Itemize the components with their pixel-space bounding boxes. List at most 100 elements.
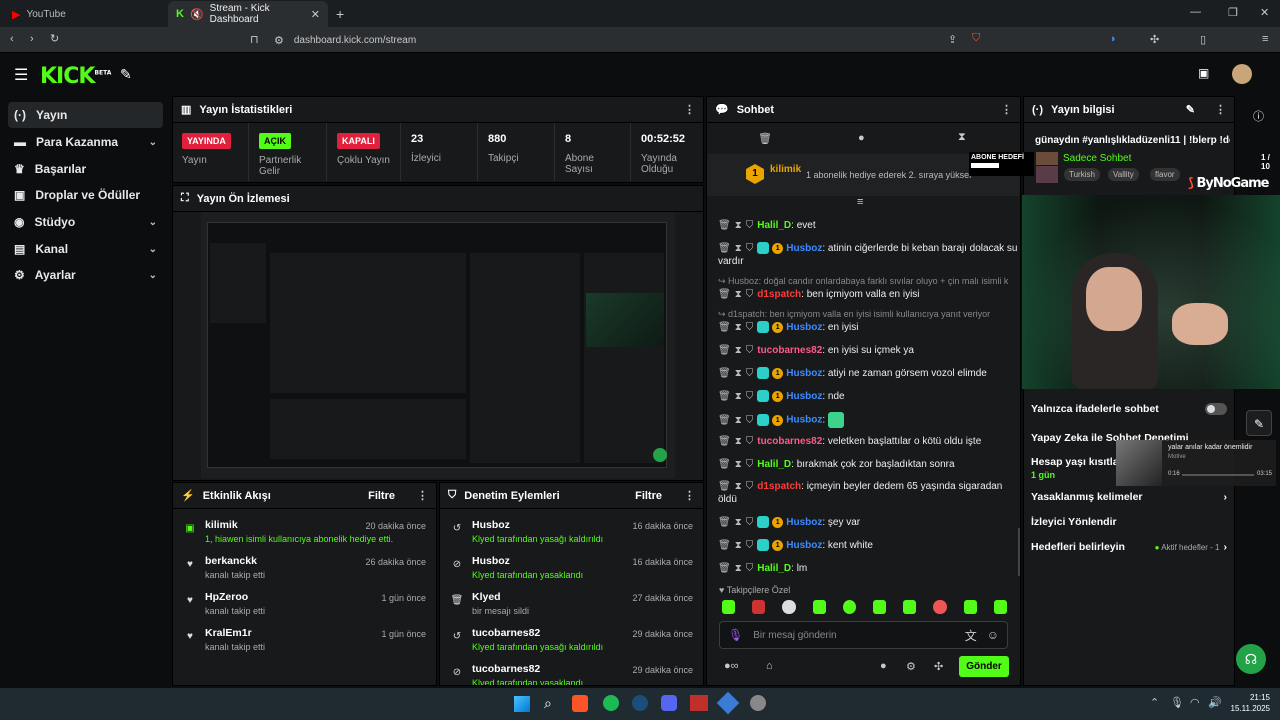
chat-message[interactable]: 🗑 ⧗ ⛉ Halil_D: evet	[718, 219, 1018, 232]
tag[interactable]: Vallity	[1108, 168, 1139, 181]
tab-youtube[interactable]: ▶ YouTube	[4, 1, 164, 27]
wrench-icon[interactable]: ✎	[120, 66, 132, 83]
emote-icon[interactable]	[842, 600, 857, 614]
search-icon[interactable]: ⌕	[544, 695, 552, 712]
more-options-icon[interactable]: ⋮	[1001, 103, 1012, 116]
chat-message[interactable]: 🗑 ⧗ ⛉ d1spatch: içmeyin beyler dedem 65 yaş…	[718, 480, 1018, 506]
hourglass-icon[interactable]: ⧗	[735, 436, 742, 447]
chat-message[interactable]: 🗑 ⧗ ⛉ 1 Husboz:	[718, 412, 1018, 428]
volume-icon[interactable]: 🔊	[1208, 696, 1222, 709]
hourglass-icon[interactable]: ⧗	[735, 345, 742, 356]
extension-icon[interactable]: ◗	[1110, 33, 1117, 45]
emote-icon[interactable]	[903, 600, 917, 614]
chat-message[interactable]: 🗑 ⧗ ⛉ tucobarnes82: veletken başlattılar o …	[718, 435, 1018, 448]
wallet-icon[interactable]: ▣	[1198, 66, 1209, 80]
muted-speaker-icon[interactable]: 🔇	[190, 8, 204, 21]
tab-kick[interactable]: K 🔇 Stream - Kick Dashboard ✕	[168, 1, 328, 27]
trash-icon[interactable]: 🗑	[718, 368, 731, 379]
chat-username[interactable]: Husboz	[786, 368, 822, 379]
emote-icon[interactable]	[782, 600, 796, 614]
chat-username[interactable]: Husboz	[786, 391, 822, 402]
forward-icon[interactable]: ›	[30, 33, 34, 45]
support-headset-icon[interactable]: ☊	[1236, 644, 1266, 674]
sidebar-item-para-kazanma[interactable]: ▬ Para Kazanma ⌄	[8, 129, 163, 155]
trash-icon[interactable]: 🗑	[718, 563, 731, 574]
chat-message[interactable]: 🗑 ⧗ ⛉ 1 Husboz: nde	[718, 390, 1018, 403]
mic-tray-icon[interactable]: 🎙	[1170, 696, 1184, 709]
microphone-icon[interactable]: 🎙	[728, 628, 743, 642]
url-field[interactable]: ⚙ dashboard.kick.com/stream	[268, 30, 1018, 50]
hourglass-icon[interactable]: ⧗	[958, 131, 966, 144]
chat-input[interactable]: 🎙 Bir mesaj gönderin 文 ☺	[719, 621, 1008, 649]
trash-icon[interactable]: 🗑	[718, 436, 731, 447]
redirect-row[interactable]: İzleyici Yönlendir	[1031, 516, 1227, 528]
category-link[interactable]: Sadece Sohbet	[1063, 153, 1131, 164]
chat-username[interactable]: Husboz	[786, 243, 822, 254]
sidebar-toggle-icon[interactable]: ▯	[1200, 33, 1206, 46]
discord-icon[interactable]	[661, 695, 677, 711]
scroll-down-icon[interactable]: ≡	[857, 196, 863, 208]
brave-browser-icon[interactable]	[572, 695, 588, 712]
trash-icon[interactable]: 🗑	[718, 415, 731, 426]
hourglass-icon[interactable]: ⧗	[735, 481, 742, 492]
chat-bubble-icon[interactable]: ●	[880, 660, 887, 672]
minimize-icon[interactable]: —	[1190, 6, 1201, 18]
trash-icon[interactable]: 🗑	[718, 391, 731, 402]
chat-message[interactable]: 🗑 ⧗ ⛉ 1 Husboz: atiyi ne zaman görsem vozol …	[718, 367, 1018, 380]
hourglass-icon[interactable]: ⧗	[735, 220, 742, 231]
chat-message[interactable]: 🗑 ⧗ ⛉ tucobarnes82: en iyisi su içmek ya	[718, 344, 1018, 357]
settings-app-icon[interactable]	[750, 695, 766, 711]
hourglass-icon[interactable]: ⧗	[735, 391, 742, 402]
chat-username[interactable]: tucobarnes82	[757, 345, 822, 356]
hourglass-icon[interactable]: ⧗	[735, 322, 742, 333]
clock[interactable]: 21:15 15.11.2025	[1226, 692, 1270, 714]
more-options-icon[interactable]: ⋮	[1215, 103, 1226, 116]
back-icon[interactable]: ‹	[10, 33, 14, 45]
hourglass-icon[interactable]: ⧗	[735, 563, 742, 574]
chat-username[interactable]: Husboz	[786, 322, 822, 333]
emote-icon[interactable]	[993, 600, 1008, 614]
trash-icon[interactable]: 🗑	[718, 345, 731, 356]
obs-app-icon[interactable]	[690, 695, 708, 711]
send-button[interactable]: Gönder	[959, 656, 1009, 677]
chat-message[interactable]: 🗑 ⧗ ⛉ d1spatch: ben içmiyom valla en iyisi	[718, 288, 1018, 301]
sidebar-item-ayarlar[interactable]: ⚙ Ayarlar ⌄	[8, 262, 163, 288]
trash-icon[interactable]: 🗑	[718, 243, 731, 254]
emote-icon[interactable]	[812, 600, 826, 614]
more-options-icon[interactable]: ⋮	[684, 489, 695, 502]
gear-icon[interactable]: ⚙	[906, 660, 916, 673]
emoji-icon[interactable]: ☺	[987, 628, 999, 642]
trash-icon[interactable]: 🗑	[718, 322, 731, 333]
share-icon[interactable]: ⇪	[948, 33, 957, 46]
wrench-icon[interactable]: ✎	[1246, 410, 1272, 436]
trash-icon[interactable]: 🗑	[718, 289, 731, 300]
emote-icon[interactable]	[963, 600, 977, 614]
hourglass-icon[interactable]: ⧗	[735, 289, 742, 300]
chat-message[interactable]: 🗑 ⧗ ⛉ 1 Husboz: atinin ciğerlerde bi keban b…	[718, 242, 1018, 268]
extensions-puzzle-icon[interactable]: ✣	[1150, 33, 1159, 46]
hamburger-menu-icon[interactable]: ☰	[14, 65, 28, 85]
chat-username[interactable]: Husboz	[786, 517, 822, 528]
chat-username[interactable]: Halil_D	[757, 563, 791, 574]
points-icon[interactable]: ●∞	[724, 660, 739, 672]
emote-icon[interactable]	[933, 600, 947, 614]
translate-icon[interactable]: 文	[965, 627, 977, 644]
sidebar-item-kanal[interactable]: ▤ Kanal ⌄	[8, 236, 163, 262]
kick-logo[interactable]: KICKBETA	[40, 64, 111, 89]
hourglass-icon[interactable]: ⧗	[735, 540, 742, 551]
window-close-icon[interactable]: ✕	[1260, 6, 1269, 19]
sidebar-item-basarilar[interactable]: ♛ Başarılar	[8, 156, 163, 182]
wifi-icon[interactable]: ◠	[1190, 696, 1200, 709]
sidebar-item-studyo[interactable]: ◉ Stüdyo ⌄	[8, 209, 163, 235]
windows-start-icon[interactable]	[514, 696, 530, 712]
chat-message[interactable]: 🗑 ⧗ ⛉ 1 Husboz: en iyisi	[718, 321, 1018, 334]
tray-chevron-icon[interactable]: ⌃	[1150, 696, 1159, 709]
trash-icon[interactable]: 🗑	[718, 517, 731, 528]
stream-preview[interactable]	[201, 212, 675, 478]
chat-username[interactable]: Halil_D	[757, 459, 791, 470]
hourglass-icon[interactable]: ⧗	[735, 243, 742, 254]
hourglass-icon[interactable]: ⧗	[735, 415, 742, 426]
goals-row[interactable]: Hedefleri belirleyin ● Aktif hedefler - 1…	[1031, 541, 1227, 553]
site-info-icon[interactable]: ⚙	[274, 34, 284, 47]
chat-username[interactable]: Husboz	[786, 415, 822, 426]
